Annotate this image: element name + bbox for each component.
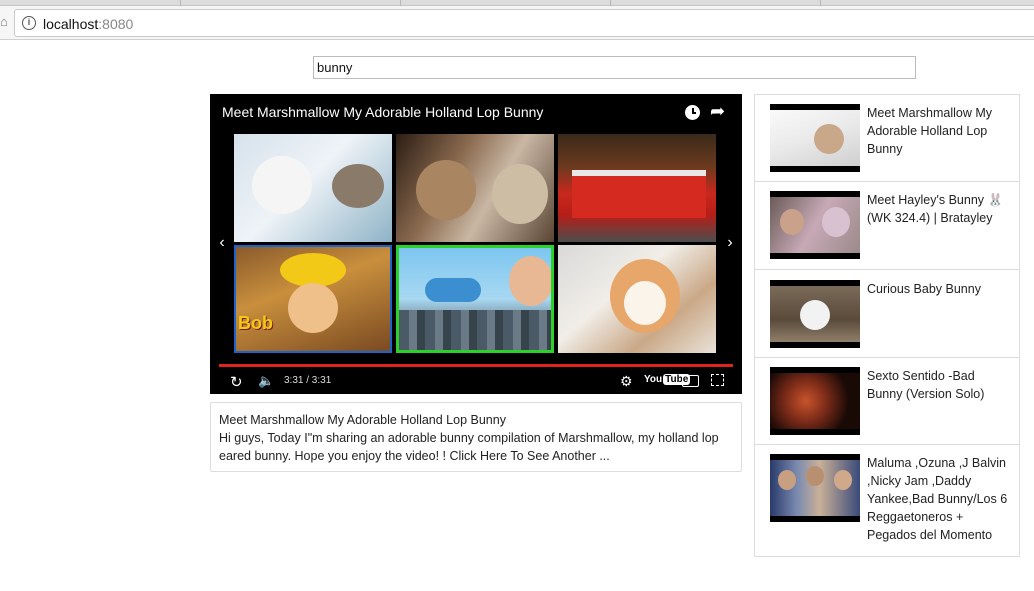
video-title[interactable]: Meet Marshmallow My Adorable Holland Lop…	[867, 104, 1012, 158]
replay-icon[interactable]: ↻	[230, 373, 243, 391]
city-shape	[399, 310, 551, 350]
url-text: localhost:8080	[43, 16, 133, 32]
share-icon[interactable]: ➦	[710, 102, 728, 120]
home-icon[interactable]: ⌂	[0, 15, 10, 29]
end-screen-video-helicopter[interactable]	[396, 245, 554, 353]
video-description: Meet Marshmallow My Adorable Holland Lop…	[210, 402, 742, 472]
list-item[interactable]: Meet Hayley's Bunny 🐰 (WK 324.4) | Brata…	[755, 182, 1019, 270]
watch-later-icon[interactable]	[685, 105, 700, 120]
time-display: 3:31 / 3:31	[284, 375, 332, 386]
video-title[interactable]: Curious Baby Bunny	[867, 280, 1012, 298]
bunny-shape	[814, 124, 844, 154]
list-item[interactable]: Maluma ,Ozuna ,J Balvin ,Nicky Jam ,Dadd…	[755, 445, 1019, 558]
kitten-shape	[416, 160, 476, 220]
video-title[interactable]: Meet Hayley's Bunny 🐰 (WK 324.4) | Brata…	[867, 191, 1012, 227]
next-arrow-icon[interactable]: ›	[724, 234, 736, 252]
list-item[interactable]: Meet Marshmallow My Adorable Holland Lop…	[755, 95, 1019, 182]
description-title: Meet Marshmallow My Adorable Holland Lop…	[219, 413, 506, 427]
face-shape	[780, 209, 804, 235]
end-screen-video-fire-truck[interactable]	[558, 134, 716, 242]
face-shape	[288, 283, 338, 333]
youtube-logo-text: You	[644, 374, 663, 385]
video-title[interactable]: Sexto Sentido -Bad Bunny (Version Solo)	[867, 367, 1012, 403]
face-shape	[778, 470, 796, 490]
face-shape	[806, 466, 824, 486]
player-title[interactable]: Meet Marshmallow My Adorable Holland Lop…	[222, 104, 543, 120]
bunny-shape	[822, 207, 850, 237]
helicopter-shape	[425, 278, 481, 302]
list-item[interactable]: Curious Baby Bunny	[755, 270, 1019, 358]
end-screen-video-corgi[interactable]	[558, 245, 716, 353]
list-item[interactable]: Sexto Sentido -Bad Bunny (Version Solo)	[755, 358, 1019, 445]
progress-bar[interactable]	[219, 364, 733, 367]
bunny-shape	[800, 300, 830, 330]
video-thumbnail[interactable]	[770, 104, 860, 172]
previous-arrow-icon[interactable]: ‹	[216, 234, 228, 252]
face-shape	[834, 470, 852, 490]
search-input[interactable]	[313, 56, 916, 79]
cast-icon[interactable]	[682, 375, 699, 387]
info-icon[interactable]: i	[22, 16, 36, 30]
hedgehog-shape	[492, 164, 548, 224]
end-screen-video-bunnies[interactable]	[234, 134, 392, 242]
end-screen-grid: Bob	[234, 134, 718, 353]
video-thumbnail[interactable]	[770, 454, 860, 522]
volume-icon[interactable]: 🔈	[258, 373, 274, 389]
fullscreen-icon[interactable]	[711, 374, 724, 386]
end-screen-video-kitten-hedgehog[interactable]	[396, 134, 554, 242]
hard-hat-shape	[280, 253, 346, 287]
bunny-shape	[332, 164, 384, 208]
face-shape	[509, 256, 551, 306]
video-thumbnail[interactable]	[770, 367, 860, 435]
url-host: localhost	[43, 16, 99, 32]
url-port: :8080	[98, 16, 134, 32]
video-thumbnail[interactable]	[770, 191, 860, 259]
related-videos-list: Meet Marshmallow My Adorable Holland Lop…	[754, 94, 1020, 557]
description-body: Hi guys, Today I"m sharing an adorable b…	[219, 431, 719, 463]
gear-icon[interactable]: ⚙	[620, 373, 633, 390]
address-bar[interactable]: i localhost:8080	[14, 9, 1034, 37]
corgi-face-shape	[624, 281, 666, 325]
fire-truck-shape	[572, 170, 706, 218]
video-thumbnail[interactable]	[770, 280, 860, 348]
bob-logo: Bob	[238, 313, 273, 333]
video-title[interactable]: Maluma ,Ozuna ,J Balvin ,Nicky Jam ,Dadd…	[867, 454, 1012, 544]
end-screen-video-bob-the-builder[interactable]: Bob	[234, 245, 392, 353]
bunny-shape	[252, 156, 312, 214]
video-player[interactable]: Meet Marshmallow My Adorable Holland Lop…	[210, 94, 742, 394]
browser-toolbar: ⌂ i localhost:8080	[0, 6, 1034, 40]
